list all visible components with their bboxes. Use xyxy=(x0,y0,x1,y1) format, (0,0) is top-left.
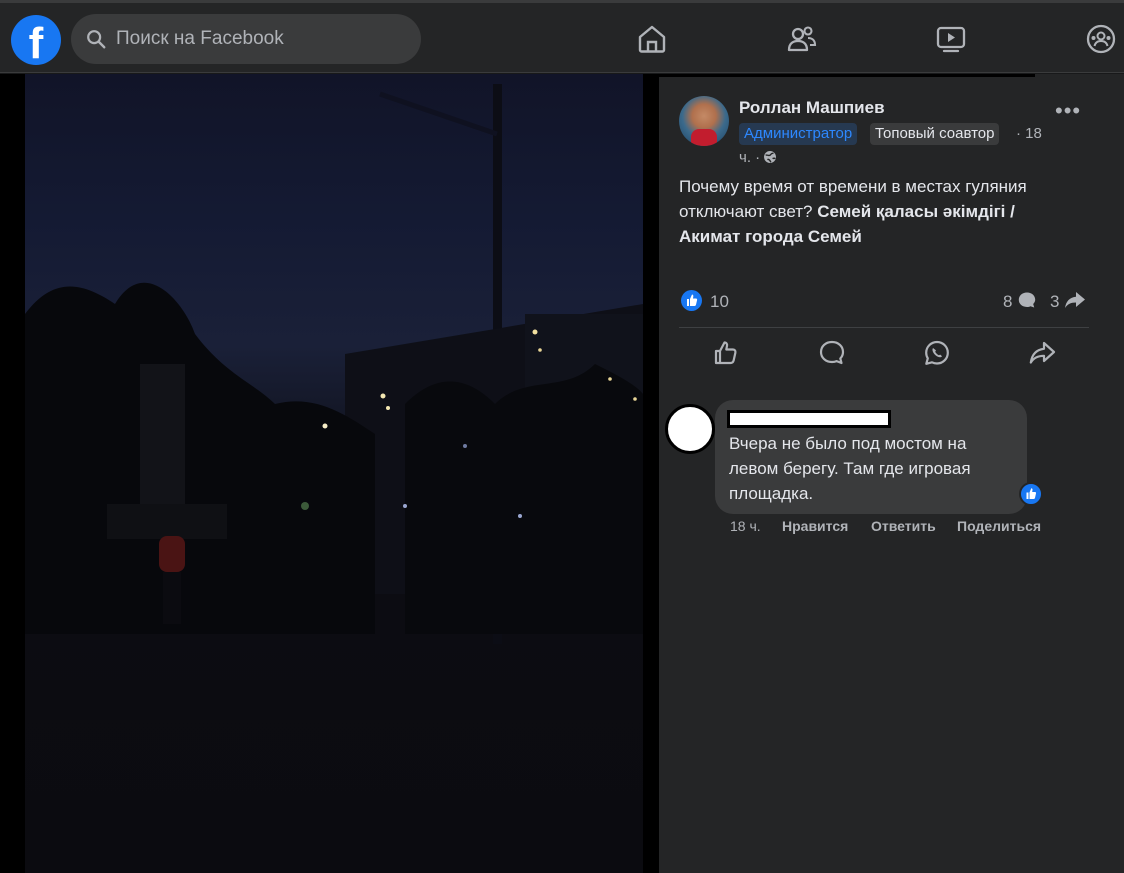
watch-video-icon[interactable] xyxy=(935,23,967,55)
globe-icon xyxy=(764,151,776,163)
groups-icon[interactable] xyxy=(1085,23,1117,55)
admin-badge[interactable]: Администратор xyxy=(739,123,858,145)
like-reaction-icon xyxy=(681,290,702,311)
top-contributor-badge[interactable]: Топовый соавтор xyxy=(870,123,1000,145)
share-count-icon xyxy=(1065,292,1086,308)
post-details-panel: Роллан Машпиев Администратор Топовый соа… xyxy=(659,74,1124,873)
like-icon[interactable] xyxy=(711,338,741,368)
author-avatar[interactable] xyxy=(679,96,729,146)
comment-count-icon xyxy=(1019,292,1036,308)
top-navigation-bar: f Поиск на Facebook xyxy=(0,0,1124,73)
share-count[interactable]: 3 xyxy=(1050,292,1059,311)
comment-time[interactable]: 18 ч. xyxy=(730,518,761,534)
actions-divider xyxy=(679,327,1089,328)
comment-like-reaction-icon[interactable] xyxy=(1019,482,1043,506)
search-placeholder: Поиск на Facebook xyxy=(116,28,284,49)
author-name[interactable]: Роллан Машпиев xyxy=(739,98,885,118)
comment-reply-button[interactable]: Ответить xyxy=(871,518,936,534)
search-box[interactable]: Поиск на Facebook xyxy=(71,14,421,64)
post-time-part2[interactable]: ч. · xyxy=(739,149,760,166)
commenter-avatar[interactable] xyxy=(665,404,715,454)
comment-share-button[interactable]: Поделиться xyxy=(957,518,1041,534)
post-time-part1[interactable]: · 18 xyxy=(1016,125,1042,142)
facebook-logo[interactable]: f xyxy=(11,15,61,68)
home-icon[interactable] xyxy=(636,23,668,55)
panel-top-divider xyxy=(659,74,1035,77)
post-text: Почему время от времени в местах гуляния… xyxy=(679,174,1059,249)
like-count: 10 xyxy=(710,292,729,311)
night-park-scene xyxy=(25,84,643,644)
media-viewer xyxy=(0,74,659,873)
friends-icon[interactable] xyxy=(786,23,818,55)
search-icon xyxy=(87,30,106,49)
commenter-name-redacted[interactable] xyxy=(727,410,891,428)
comment-count[interactable]: 8 xyxy=(1003,292,1012,311)
comment-text: Вчера не было под мостом на левом берегу… xyxy=(729,434,971,503)
comment-like-button[interactable]: Нравится xyxy=(782,518,848,534)
facebook-logo-letter: f xyxy=(28,19,44,68)
comment-bubble: Вчера не было под мостом на левом берегу… xyxy=(715,400,1027,514)
avatar-shirt xyxy=(691,129,717,146)
whatsapp-icon[interactable] xyxy=(922,338,952,368)
comment-icon[interactable] xyxy=(817,338,847,368)
engagement-stats: 8 3 xyxy=(1003,290,1086,312)
share-icon[interactable] xyxy=(1027,338,1057,368)
more-options-icon[interactable]: ••• xyxy=(1055,100,1081,130)
post-photo[interactable] xyxy=(25,74,643,873)
